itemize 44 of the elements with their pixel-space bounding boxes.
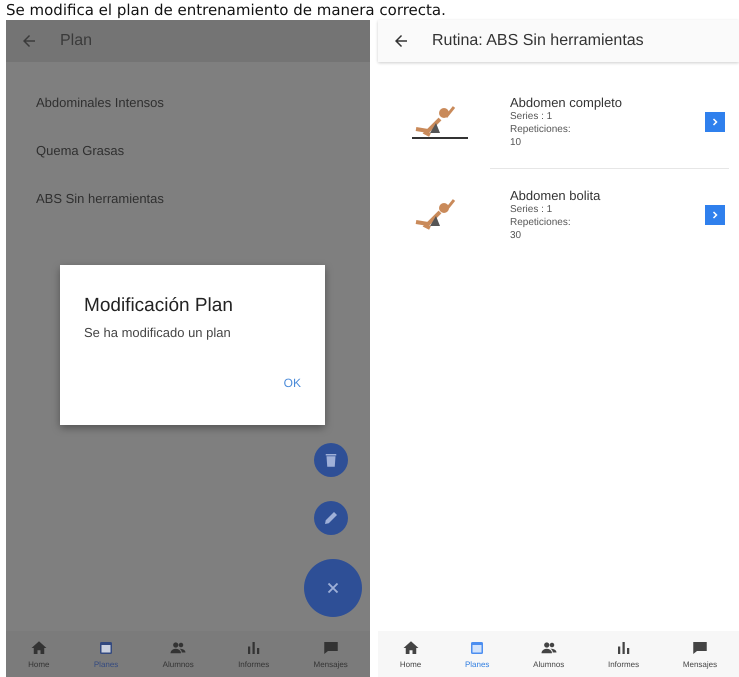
dialog-title: Modificación Plan [84,295,234,317]
nav-tab[interactable]: Planes [94,639,118,669]
nav-label: Planes [464,660,490,669]
nav-tab[interactable]: Mensajes [314,639,348,669]
open-exercise-button[interactable] [705,205,725,225]
nav-tab[interactable]: Home [28,639,50,669]
screen-title: Rutina: ABS Sin herramientas [432,32,644,50]
repetitions-value: 30 [510,229,522,242]
nav-label: Home [28,660,50,669]
dialog-message: Se ha modificado un plan [84,325,232,340]
nav-label: Informes [238,660,270,669]
nav-label: Home [400,660,422,669]
repetitions-label: Repeticiones: [510,216,572,229]
home-icon [402,639,420,657]
edit-fab-button[interactable] [314,501,348,535]
repetitions-label: Repeticiones: [510,123,572,136]
nav-tab[interactable]: Mensajes [682,639,718,669]
caption-text: Se modifica el plan de entrenamiento de manera correcta. [5,0,447,20]
nav-tab[interactable]: Alumnos [533,639,564,669]
nav-label: Mensajes [314,660,348,669]
ok-button[interactable]: OK [280,374,305,392]
nav-tab[interactable]: Alumnos [162,639,194,669]
repetitions-value: 10 [510,136,522,149]
pencil-icon [322,509,340,527]
nav-label: Alumnos [533,660,564,669]
nav-label: Mensajes [682,660,718,669]
nav-tab[interactable]: Informes [238,639,270,669]
nav-tab[interactable]: Home [400,639,422,669]
plan-list-item[interactable]: Abdominales Intensos [36,94,164,112]
series-text: Series : 1 [510,110,554,123]
nav-label: Alumnos [162,660,194,669]
exercise-name: Abdomen bolita [510,188,602,203]
delete-fab-button[interactable] [314,443,348,477]
nav-tab[interactable]: Informes [608,639,640,669]
exercise-name: Abdomen completo [510,95,624,110]
home-icon [30,639,48,657]
open-exercise-button[interactable] [705,112,725,132]
nav-label: Planes [94,660,118,669]
series-text: Series : 1 [510,203,554,216]
plan-list-item[interactable]: ABS Sin herramientas [36,190,164,208]
nav-tab[interactable]: Planes [464,639,490,669]
screen-title: Plan [60,32,92,50]
plan-list-item[interactable]: Quema Grasas [36,142,124,160]
nav-label: Informes [608,660,640,669]
